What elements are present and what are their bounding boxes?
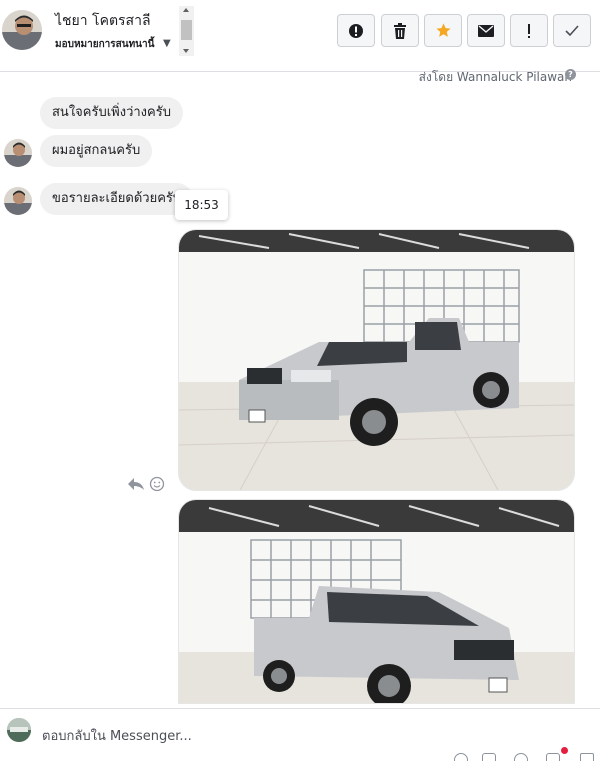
help-icon[interactable]: ? [565, 69, 576, 80]
message-text: ผมอยู่สกลนครับ [52, 143, 141, 158]
star-icon [435, 23, 451, 37]
emoji-icon[interactable] [514, 753, 528, 761]
page-avatar [7, 718, 31, 742]
exclamation-icon [528, 23, 530, 38]
mark-spam-button[interactable] [337, 14, 375, 47]
image-attachment[interactable] [178, 229, 575, 491]
assign-conversation-dropdown[interactable]: มอบหมายการสนทนานี้ [55, 37, 154, 52]
assigned-by-label: ส่งโดย Wannaluck Pilawan [418, 70, 572, 84]
header-scrollbar[interactable] [179, 6, 194, 56]
label-icon[interactable] [546, 753, 560, 761]
scroll-thumb[interactable] [181, 20, 192, 40]
composer-toolbar [450, 747, 600, 761]
mark-unread-button[interactable] [467, 14, 505, 47]
pickup-truck-photo [179, 500, 574, 703]
image-attachment[interactable] [178, 499, 575, 704]
emoji-reaction-icon[interactable] [149, 476, 165, 492]
saved-reply-icon[interactable] [482, 753, 496, 761]
alert-circle-icon [349, 23, 363, 38]
message-bubble[interactable]: ขอรายละเอียดด้วยครับ [40, 183, 194, 215]
message-bubble[interactable]: ผมอยู่สกลนครับ [40, 135, 153, 167]
flag-button[interactable] [510, 14, 548, 47]
delete-button[interactable] [381, 14, 419, 47]
pickup-truck-photo [179, 230, 574, 490]
check-icon [565, 24, 579, 36]
chevron-down-icon[interactable]: ▼ [163, 38, 171, 49]
reply-composer: ตอบกลับใน Messenger... [0, 708, 600, 761]
contact-avatar[interactable] [2, 10, 42, 50]
reply-input[interactable]: ตอบกลับใน Messenger... [42, 725, 192, 746]
scroll-down-arrow[interactable] [183, 49, 189, 53]
trash-icon [394, 22, 406, 39]
thumbs-up-icon[interactable] [580, 753, 594, 761]
contact-name[interactable]: ไชยา โคตรสาลี [55, 10, 151, 32]
message-text: ขอรายละเอียดด้วยครับ [52, 191, 182, 206]
sender-avatar[interactable] [4, 187, 32, 215]
attachment-icon[interactable] [454, 753, 468, 761]
conversation-header: ไชยา โคตรสาลี มอบหมายการสนทนานี้ ▼ [0, 0, 600, 72]
message-text: สนใจครับเพิ่งว่างครับ [52, 105, 171, 120]
scroll-up-arrow[interactable] [183, 8, 189, 12]
reply-icon[interactable] [127, 477, 145, 491]
notification-dot [561, 747, 568, 754]
star-button[interactable] [424, 14, 462, 47]
envelope-icon [478, 24, 494, 37]
timestamp-tooltip: 18:53 [175, 190, 228, 220]
sender-avatar[interactable] [4, 139, 32, 167]
mark-done-button[interactable] [553, 14, 591, 47]
message-bubble[interactable]: สนใจครับเพิ่งว่างครับ [40, 97, 183, 129]
